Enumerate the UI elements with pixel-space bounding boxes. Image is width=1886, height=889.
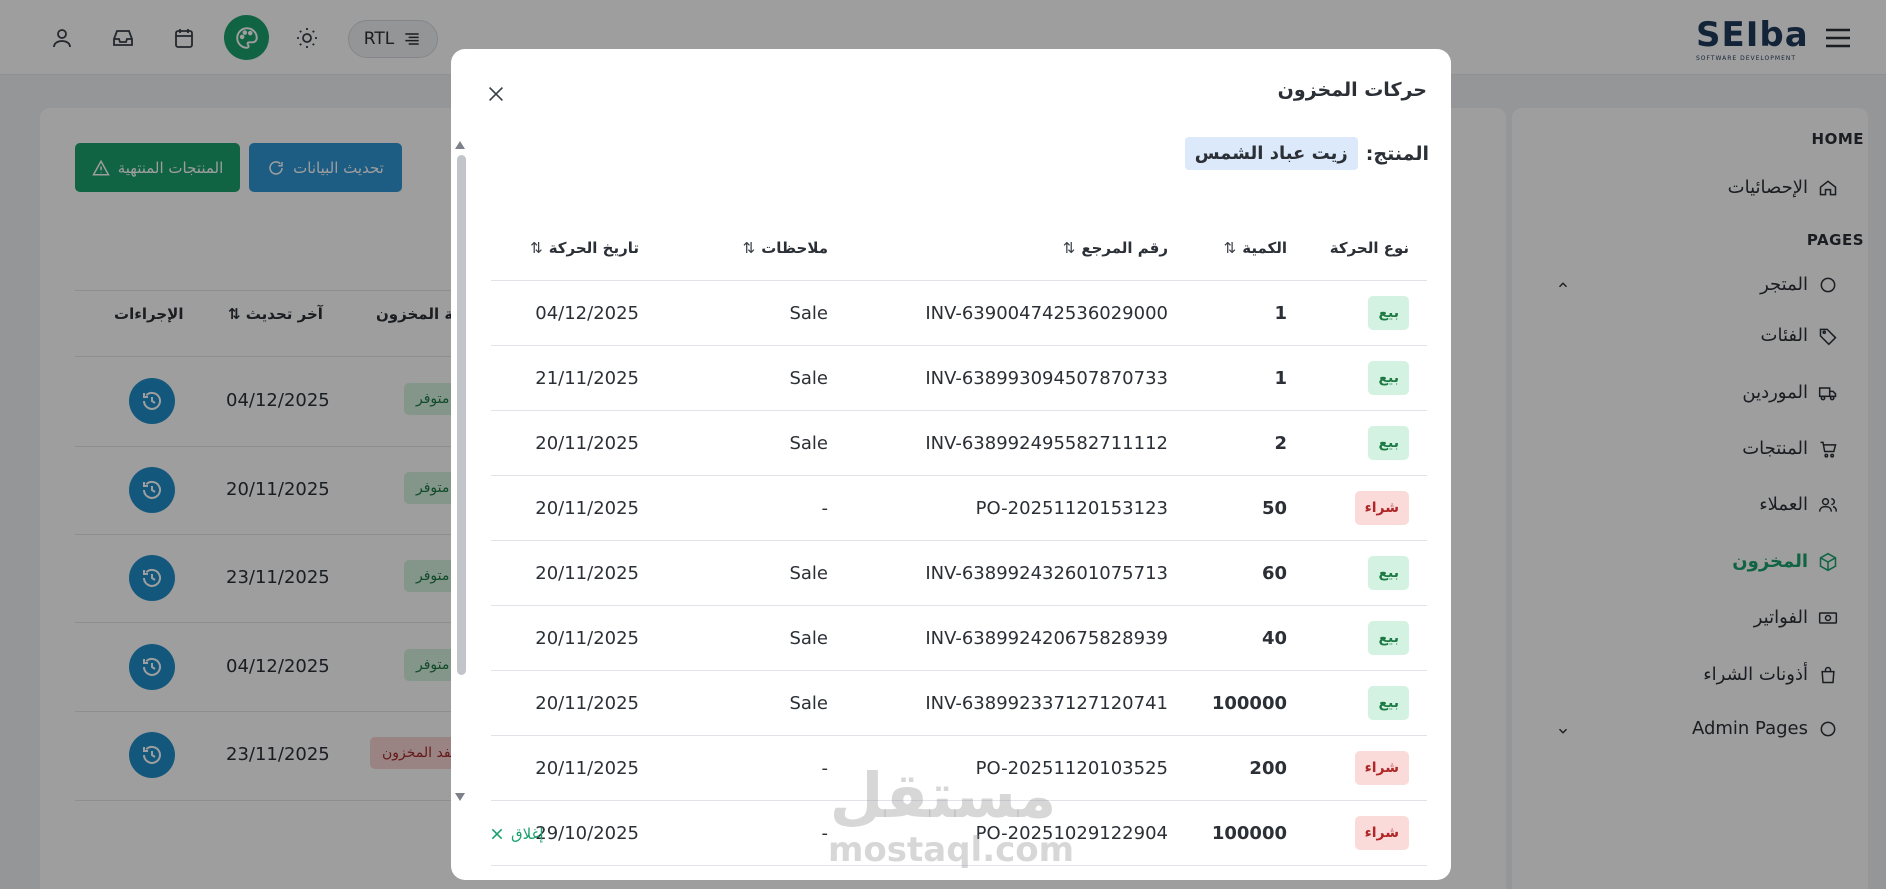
col-type-header[interactable]: نوع الحركة bbox=[1330, 239, 1409, 257]
table-row: شراء 50 PO-20251120153123 - 20/11/2025 bbox=[491, 476, 1427, 541]
product-info: المنتج: زيت عباد الشمس bbox=[1184, 137, 1429, 170]
notes-cell: Sale bbox=[789, 627, 828, 649]
sort-icon: ⇅ bbox=[530, 239, 543, 257]
table-row: بيع 2 INV-638992495582711112 Sale 20/11/2025 bbox=[491, 411, 1427, 476]
close-icon[interactable] bbox=[485, 83, 507, 105]
close-modal-label: إغلاق bbox=[511, 825, 544, 843]
movement-type-cell: شراء bbox=[1354, 476, 1409, 540]
reference-cell: PO-20251120153123 bbox=[975, 497, 1168, 519]
quantity-cell: 40 bbox=[1261, 627, 1287, 649]
modal-scrollbar[interactable] bbox=[455, 141, 467, 801]
movement-type-badge: بيع bbox=[1368, 361, 1409, 395]
table-row: بيع 1 INV-639004742536029000 Sale 04/12/2025 bbox=[491, 281, 1427, 346]
stock-movements-table: نوع الحركة الكمية ⇅ رقم المرجع ⇅ ملاحظات… bbox=[491, 195, 1427, 866]
movement-type-cell: بيع bbox=[1368, 671, 1409, 735]
table-row: بيع 100000 INV-638992337127120741 Sale 20/11… bbox=[491, 671, 1427, 736]
col-date-header[interactable]: تاريخ الحركة ⇅ bbox=[530, 239, 639, 257]
reference-cell: INV-639004742536029000 bbox=[925, 302, 1168, 324]
reference-cell: INV-638992337127120741 bbox=[925, 692, 1168, 714]
product-name-chip: زيت عباد الشمس bbox=[1184, 137, 1358, 170]
movement-type-cell: بيع bbox=[1368, 346, 1409, 410]
quantity-cell: 200 bbox=[1249, 757, 1287, 779]
movement-type-cell: شراء bbox=[1354, 801, 1409, 865]
date-cell: 29/10/2025 bbox=[535, 822, 639, 844]
notes-cell: Sale bbox=[789, 692, 828, 714]
movement-type-badge: بيع bbox=[1368, 686, 1409, 720]
date-cell: 20/11/2025 bbox=[535, 627, 639, 649]
movement-type-cell: بيع bbox=[1368, 281, 1409, 345]
movement-type-cell: شراء bbox=[1354, 736, 1409, 800]
reference-cell: PO-20251120103525 bbox=[975, 757, 1168, 779]
notes-cell: Sale bbox=[789, 302, 828, 324]
notes-cell: - bbox=[821, 822, 829, 844]
sort-icon: ⇅ bbox=[1223, 239, 1237, 257]
table-row: شراء 200 PO-20251120103525 - 20/11/2025 bbox=[491, 736, 1427, 801]
table-row: بيع 60 INV-638992432601075713 Sale 20/11/202… bbox=[491, 541, 1427, 606]
col-notes-header[interactable]: ملاحظات ⇅ bbox=[743, 239, 828, 257]
date-cell: 20/11/2025 bbox=[535, 562, 639, 584]
quantity-cell: 2 bbox=[1274, 432, 1287, 454]
col-notes-label: ملاحظات bbox=[761, 239, 828, 257]
close-icon bbox=[491, 828, 503, 840]
col-type-label: نوع الحركة bbox=[1329, 239, 1409, 257]
reference-cell: PO-20251029122904 bbox=[975, 822, 1168, 844]
movement-type-badge: بيع bbox=[1368, 426, 1409, 460]
movement-type-cell: بيع bbox=[1368, 411, 1409, 475]
date-cell: 20/11/2025 bbox=[535, 497, 639, 519]
date-cell: 20/11/2025 bbox=[535, 692, 639, 714]
date-cell: 21/11/2025 bbox=[535, 367, 639, 389]
reference-cell: INV-638992420675828939 bbox=[925, 627, 1168, 649]
table-header-row: نوع الحركة الكمية ⇅ رقم المرجع ⇅ ملاحظات… bbox=[491, 195, 1427, 281]
table-row: بيع 1 INV-638993094507870733 Sale 21/11/2025 bbox=[491, 346, 1427, 411]
col-date-label: تاريخ الحركة bbox=[548, 239, 639, 257]
quantity-cell: 100000 bbox=[1211, 692, 1287, 714]
movement-type-cell: بيع bbox=[1368, 541, 1409, 605]
scroll-down-arrow[interactable] bbox=[455, 793, 465, 801]
notes-cell: Sale bbox=[789, 367, 828, 389]
notes-cell: Sale bbox=[789, 432, 828, 454]
stock-movements-modal: حركات المخزون المنتج: زيت عباد الشمس نوع… bbox=[451, 49, 1451, 880]
scroll-up-arrow[interactable] bbox=[455, 141, 465, 149]
movement-type-badge: شراء bbox=[1354, 751, 1409, 785]
quantity-cell: 60 bbox=[1261, 562, 1287, 584]
reference-cell: INV-638992495582711112 bbox=[925, 432, 1168, 454]
notes-cell: - bbox=[821, 757, 829, 779]
date-cell: 04/12/2025 bbox=[535, 302, 639, 324]
quantity-cell: 50 bbox=[1261, 497, 1287, 519]
reference-cell: INV-638993094507870733 bbox=[925, 367, 1168, 389]
quantity-cell: 1 bbox=[1274, 367, 1287, 389]
notes-cell: - bbox=[821, 497, 829, 519]
sort-icon: ⇅ bbox=[742, 239, 756, 257]
modal-title: حركات المخزون bbox=[1277, 79, 1427, 101]
scroll-thumb[interactable] bbox=[457, 155, 466, 675]
product-label: المنتج: bbox=[1365, 142, 1429, 165]
date-cell: 20/11/2025 bbox=[535, 757, 639, 779]
col-reference-label: رقم المرجع bbox=[1081, 239, 1168, 257]
quantity-cell: 1 bbox=[1274, 302, 1287, 324]
movement-type-badge: شراء bbox=[1354, 491, 1409, 525]
movement-type-badge: شراء bbox=[1354, 816, 1409, 850]
reference-cell: INV-638992432601075713 bbox=[925, 562, 1168, 584]
movement-type-badge: بيع bbox=[1368, 296, 1409, 330]
col-quantity-label: الكمية bbox=[1242, 239, 1287, 257]
table-row: بيع 40 INV-638992420675828939 Sale 20/11/202… bbox=[491, 606, 1427, 671]
sort-icon: ⇅ bbox=[1062, 239, 1076, 257]
col-reference-header[interactable]: رقم المرجع ⇅ bbox=[1063, 239, 1168, 257]
table-row: شراء 100000 PO-20251029122904 - 29/10/2025 bbox=[491, 801, 1427, 866]
close-modal-button[interactable]: إغلاق bbox=[489, 825, 544, 843]
date-cell: 20/11/2025 bbox=[535, 432, 639, 454]
quantity-cell: 100000 bbox=[1211, 822, 1287, 844]
col-quantity-header[interactable]: الكمية ⇅ bbox=[1224, 239, 1287, 257]
movement-type-cell: بيع bbox=[1368, 606, 1409, 670]
movement-type-badge: بيع bbox=[1368, 556, 1409, 590]
movement-type-badge: بيع bbox=[1368, 621, 1409, 655]
notes-cell: Sale bbox=[789, 562, 828, 584]
